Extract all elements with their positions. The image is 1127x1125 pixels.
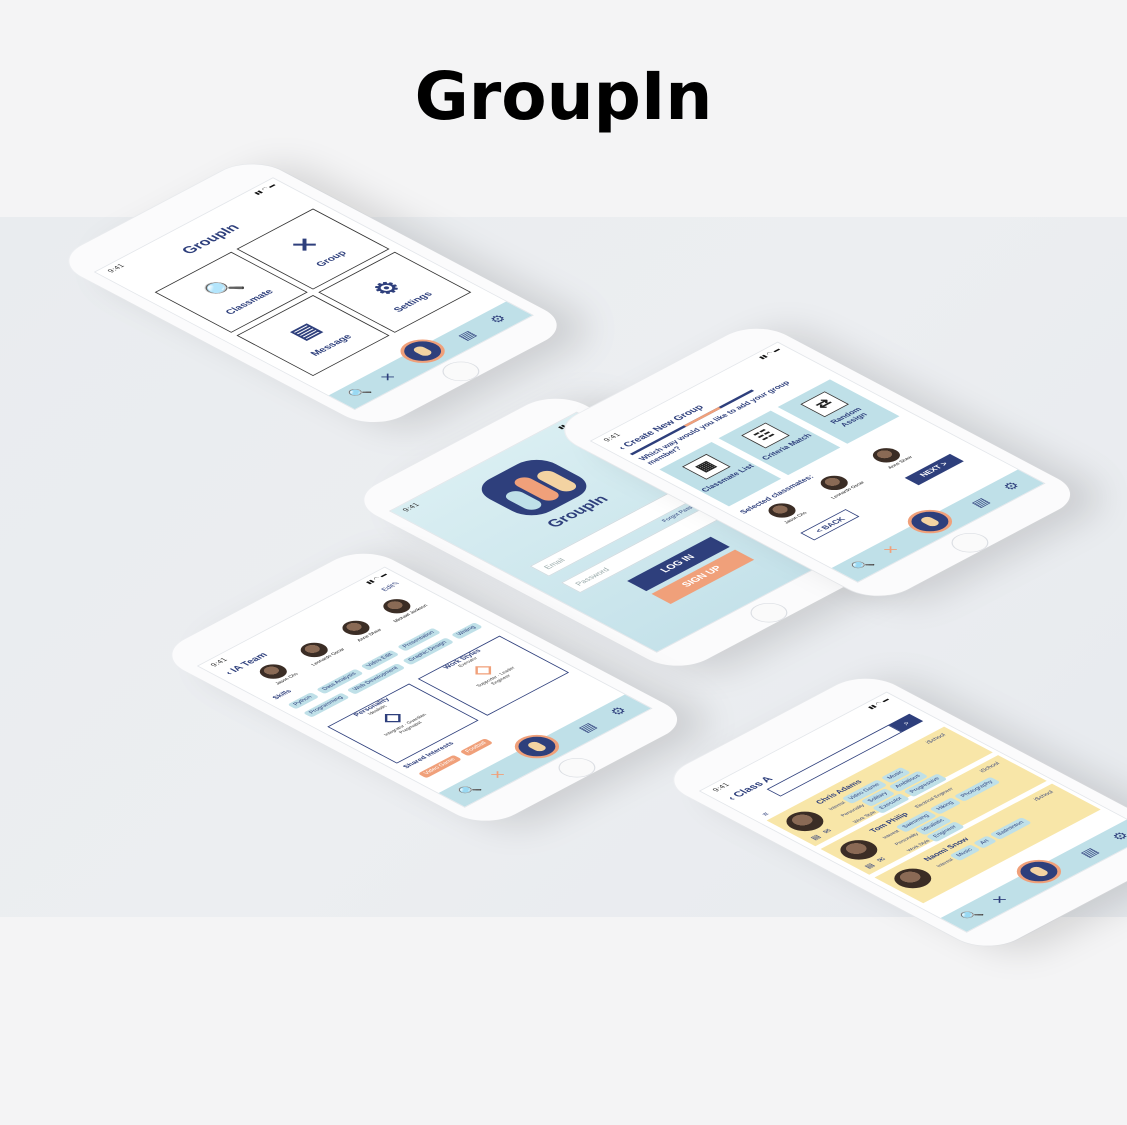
- page-title: GroupIn: [414, 58, 713, 135]
- group-icon: ✕: [285, 234, 327, 256]
- mail-icon[interactable]: ✉: [875, 856, 889, 863]
- message-icon[interactable]: ▤: [862, 862, 876, 870]
- group-icon[interactable]: ✕: [376, 371, 401, 384]
- status-time: 9:41: [400, 501, 422, 513]
- status-time: 9:41: [105, 262, 127, 274]
- group-icon[interactable]: ✕: [988, 893, 1013, 906]
- home-avatar-icon[interactable]: [391, 334, 454, 368]
- attr-label: Interest: [827, 800, 848, 812]
- card-school: iSchool: [979, 761, 1002, 774]
- back-button[interactable]: < BACK: [800, 509, 860, 541]
- message-icon[interactable]: ▤: [967, 496, 993, 510]
- search-icon[interactable]: 🔍: [344, 385, 374, 401]
- attr-label: Interest: [881, 829, 902, 840]
- gear-icon[interactable]: ⚙: [485, 312, 511, 326]
- classmate-chip: Leonardo Oscar: [807, 469, 868, 501]
- message-icon: ▤: [283, 320, 328, 344]
- gear-icon[interactable]: ⚙: [1108, 829, 1127, 843]
- card-school: iSchool: [1033, 790, 1056, 802]
- gear-icon[interactable]: ⚙: [606, 704, 632, 718]
- search-icon[interactable]: 🔍: [847, 557, 877, 573]
- avatar: [886, 864, 939, 893]
- signal-icon: ▮▮ ◠ ▬: [867, 697, 892, 711]
- classmate-chip: Anne Shaw: [859, 441, 920, 473]
- message-icon[interactable]: ▤: [1076, 846, 1102, 860]
- search-icon[interactable]: 🔍: [454, 782, 484, 798]
- signal-icon: ▮▮ ◠ ▬: [253, 183, 278, 196]
- status-time: 9:41: [710, 781, 732, 793]
- status-time: 9:41: [601, 431, 623, 443]
- gear-icon: ⚙: [366, 277, 409, 300]
- gear-icon[interactable]: ⚙: [999, 479, 1025, 493]
- tag-chip: Art: [972, 835, 998, 849]
- skill-chip: Writing: [450, 622, 483, 640]
- card-school: iSchool: [925, 733, 948, 745]
- message-icon[interactable]: ▤: [574, 721, 600, 735]
- home-avatar-icon[interactable]: [1007, 854, 1071, 889]
- home-avatar-icon[interactable]: [898, 504, 962, 539]
- filter-icon[interactable]: ≡: [760, 811, 772, 817]
- group-icon[interactable]: ✕: [879, 543, 904, 556]
- group-icon[interactable]: ✕: [486, 768, 511, 781]
- status-time: 9:41: [208, 656, 230, 668]
- signal-icon: ▮▮ ◠ ▬: [758, 347, 783, 361]
- tag-chip: Photography: [953, 776, 1001, 802]
- attr-label: Interest: [935, 857, 956, 869]
- home-avatar-icon[interactable]: [505, 729, 569, 764]
- mail-icon[interactable]: ✉: [821, 828, 835, 835]
- search-icon: 🔍: [199, 275, 249, 302]
- signal-icon: ▮▮ ◠ ▬: [365, 572, 390, 586]
- tag-chip: Badminton: [989, 817, 1032, 840]
- message-icon[interactable]: ▤: [808, 834, 822, 842]
- next-button[interactable]: NEXT >: [904, 453, 964, 486]
- message-icon[interactable]: ▤: [454, 329, 480, 343]
- search-icon[interactable]: 🔍: [956, 907, 986, 923]
- interest-chip: Football: [459, 738, 494, 757]
